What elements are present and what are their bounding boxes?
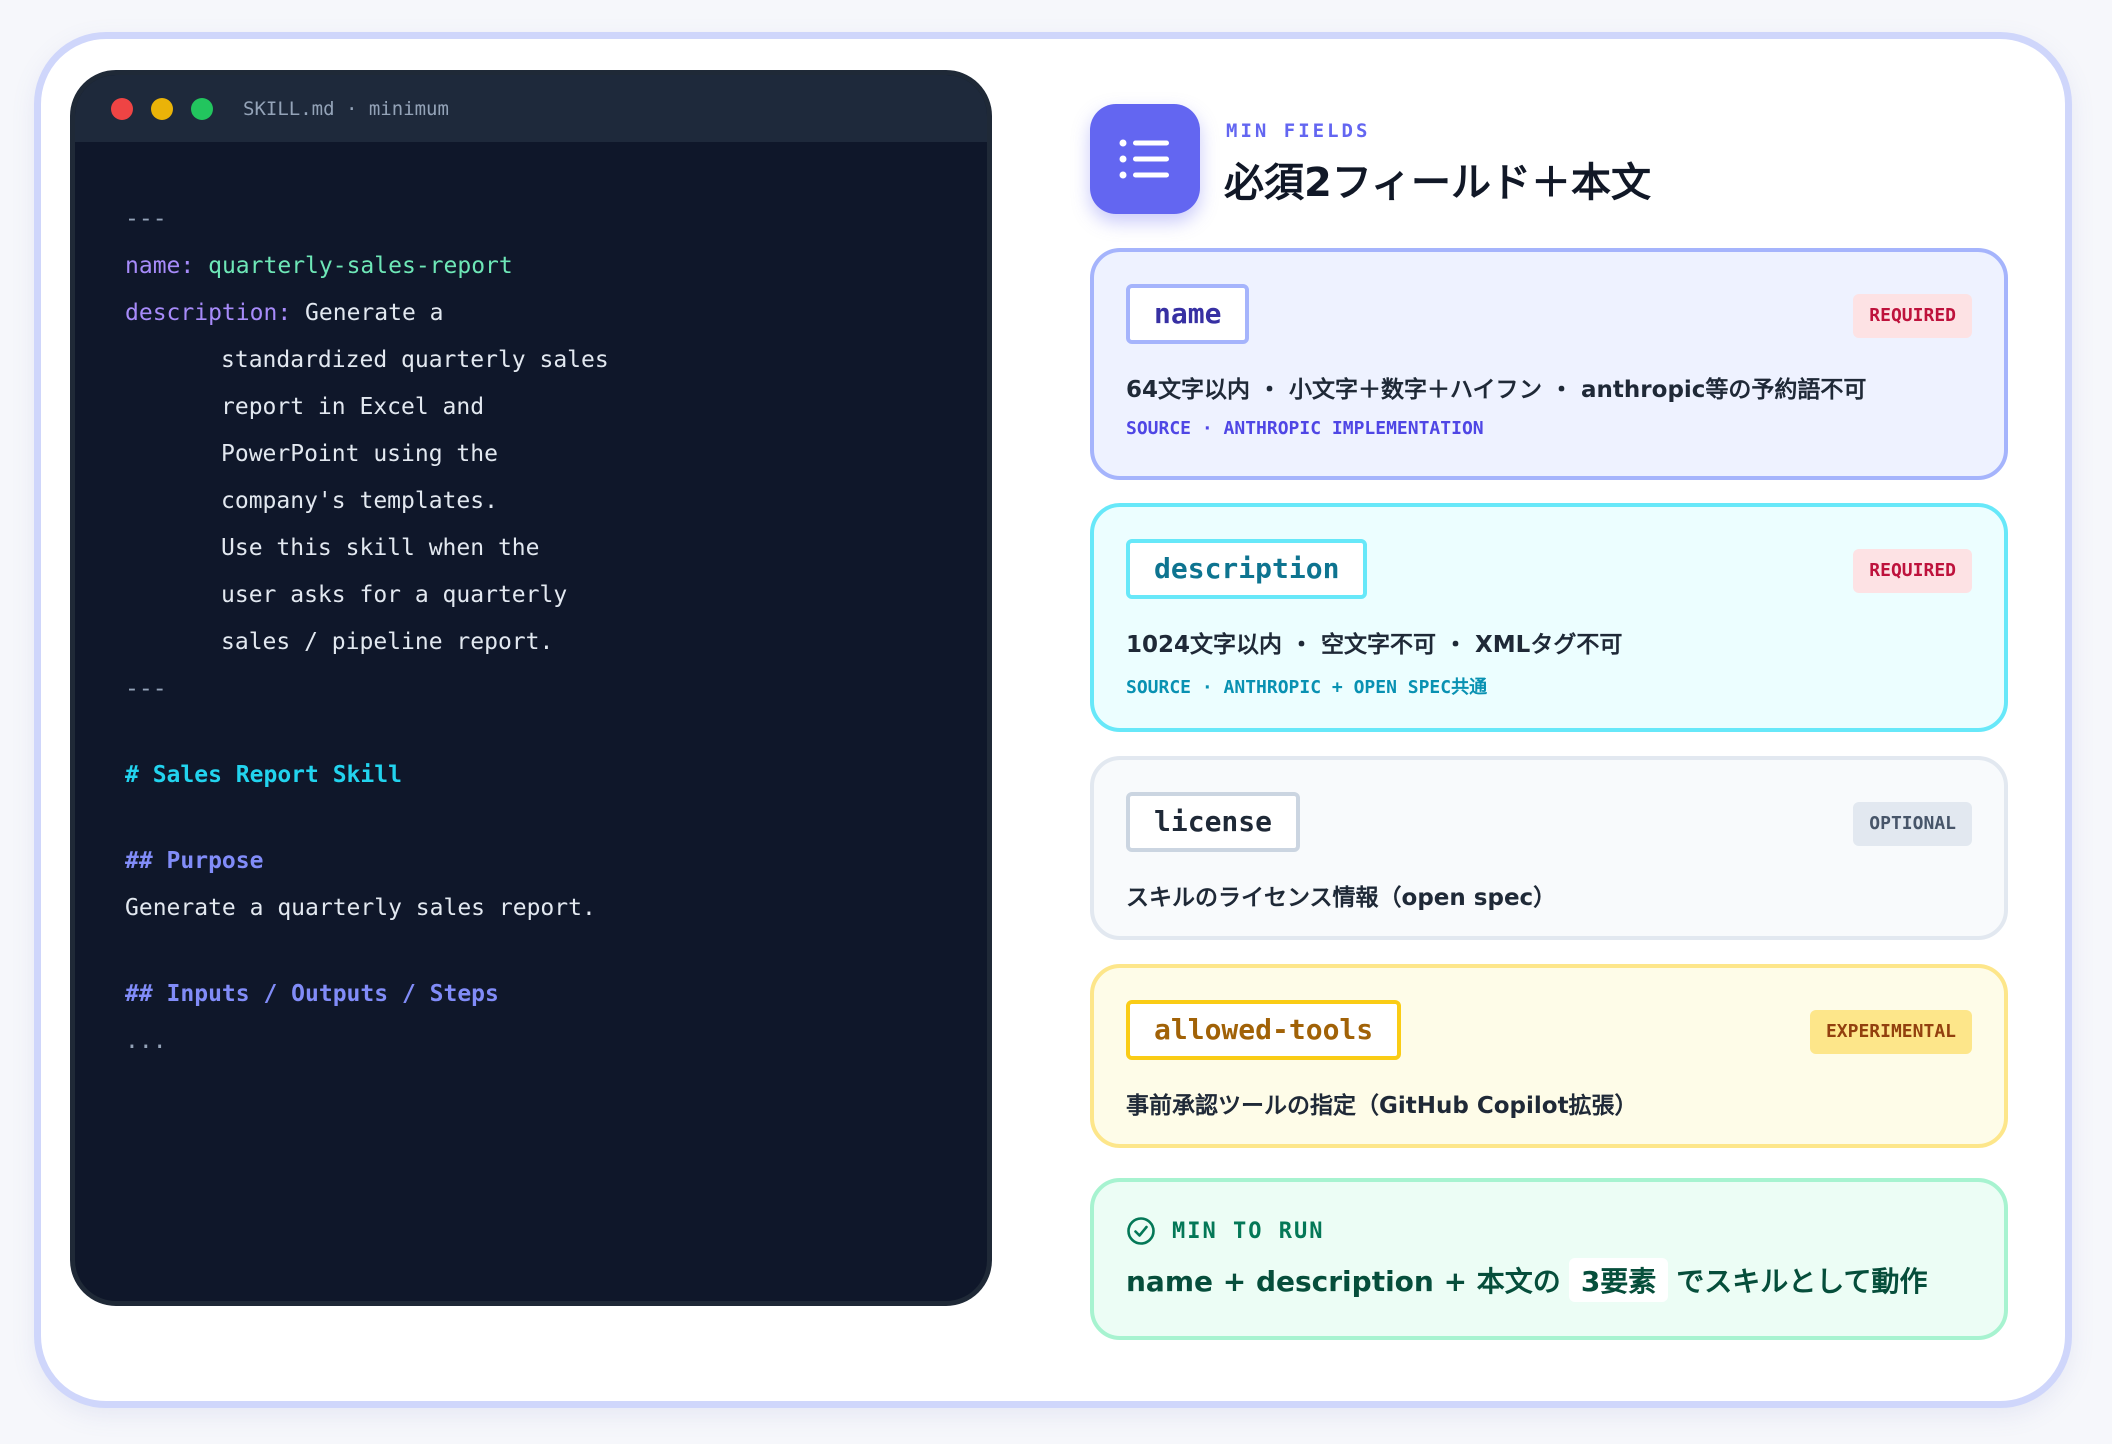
optional-badge: OPTIONAL (1853, 802, 1972, 846)
code-line: sales / pipeline report. (221, 629, 554, 655)
editor-titlebar: SKILL.md · minimum (75, 75, 987, 142)
required-badge: REQUIRED (1853, 294, 1972, 338)
check-circle-icon (1127, 1217, 1155, 1245)
field-card-name: name REQUIRED 64文字以内 ・ 小文字＋数字＋ハイフン ・ ant… (1090, 248, 2008, 480)
code-heading-1: # Sales Report Skill (125, 762, 402, 788)
yaml-value: Generate a (305, 300, 444, 326)
code-line: company's templates. (221, 488, 498, 514)
field-description: 1024文字以内 ・ 空文字不可 ・ XMLタグ不可 (1126, 632, 1623, 658)
min-to-run-card: MIN TO RUN name + description + 本文の 3要素 … (1090, 1178, 2008, 1340)
yaml-value: quarterly-sales-report (208, 253, 513, 279)
field-description: 事前承認ツールの指定（GitHub Copilot拡張） (1126, 1093, 1638, 1119)
summary-suffix: でスキルとして動作 (1676, 1265, 1928, 1298)
code-line: Use this skill when the (221, 535, 540, 561)
field-tag-license: license (1126, 792, 1301, 852)
code-line: standardized quarterly sales (221, 347, 609, 373)
field-tag-allowed-tools: allowed-tools (1126, 1000, 1402, 1060)
code-line: user asks for a quarterly (221, 582, 568, 608)
field-source: SOURCE · ANTHROPIC + OPEN SPEC共通 (1126, 677, 1488, 698)
field-description: スキルのライセンス情報（open spec） (1126, 885, 1557, 911)
minimize-window-dot[interactable] (151, 97, 173, 120)
min-to-run-label: MIN TO RUN (1126, 1216, 1324, 1246)
yaml-key: description: (125, 300, 292, 326)
page-title: 必須2フィールド＋本文 (1224, 160, 1652, 206)
field-card-license: license OPTIONAL スキルのライセンス情報（open spec） (1090, 756, 2008, 940)
field-source: SOURCE · ANTHROPIC IMPLEMENTATION (1126, 418, 1484, 439)
experimental-badge: EXPERIMENTAL (1809, 1010, 1972, 1054)
code-line: description: Generate a (125, 290, 987, 337)
code-heading-2: ## Inputs / Outputs / Steps (125, 981, 499, 1007)
required-badge: REQUIRED (1853, 549, 1972, 593)
field-card-allowed-tools: allowed-tools EXPERIMENTAL 事前承認ツールの指定（Gi… (1090, 964, 2008, 1148)
code-line: PowerPoint using the (221, 441, 498, 467)
code-heading-2: ## Purpose (125, 848, 264, 874)
yaml-key: name: (125, 253, 195, 279)
summary-prefix: name + description + 本文の (1126, 1265, 1561, 1298)
min-to-run-summary: name + description + 本文の 3要素 でスキルとして動作 (1126, 1258, 1927, 1302)
summary-highlight: 3要素 (1568, 1258, 1669, 1302)
field-tag-name: name (1126, 284, 1250, 344)
code-line: Generate a quarterly sales report. (125, 895, 596, 921)
list-icon (1090, 104, 1200, 214)
editor-window-title: SKILL.md · minimum (243, 97, 449, 120)
field-tag-description: description (1126, 539, 1368, 599)
code-line: ... (125, 1028, 167, 1054)
code-editor: SKILL.md · minimum --- name: quarterly-s… (70, 70, 992, 1306)
min-to-run-label-text: MIN TO RUN (1172, 1218, 1325, 1244)
code-line: report in Excel and (221, 394, 485, 420)
maximize-window-dot[interactable] (191, 97, 213, 120)
field-description: 64文字以内 ・ 小文字＋数字＋ハイフン ・ anthropic等の予約語不可 (1126, 377, 1867, 403)
field-card-description: description REQUIRED 1024文字以内 ・ 空文字不可 ・ … (1090, 503, 2008, 732)
close-window-dot[interactable] (111, 97, 133, 120)
code-line: --- (125, 676, 167, 702)
section-eyebrow: MIN FIELDS (1226, 120, 1371, 142)
code-line: name: quarterly-sales-report (125, 243, 987, 290)
code-line: --- (125, 206, 167, 232)
code-content: --- name: quarterly-sales-report descrip… (75, 142, 987, 1065)
